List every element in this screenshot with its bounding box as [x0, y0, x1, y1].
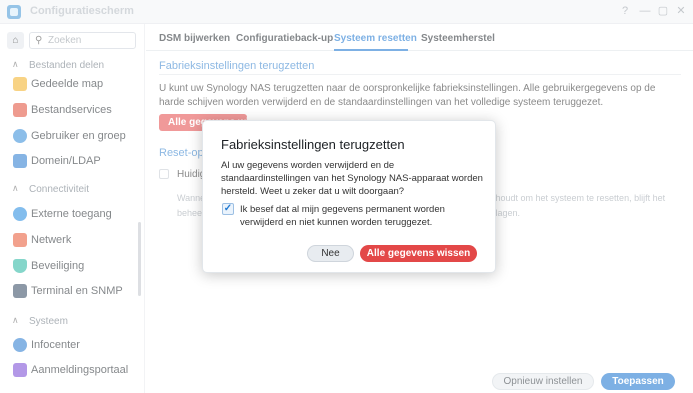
factory-reset-dialog: Fabrieksinstellingen terugzetten Al uw g… [202, 120, 496, 273]
confirm-checkbox-label[interactable]: Ik besef dat al mijn gegevens permanent … [240, 203, 485, 229]
confirm-wipe-button[interactable]: Alle gegevens wissen [360, 245, 477, 262]
checkmark-icon: ✓ [223, 203, 233, 214]
control-panel-window: Configuratiescherm ? — ▢ ✕ ⌂ ⚲ ∧ Bestand… [0, 0, 693, 393]
cancel-button[interactable]: Nee [307, 245, 354, 262]
confirm-checkbox[interactable]: ✓ [222, 203, 234, 215]
dialog-title: Fabrieksinstellingen terugzetten [221, 137, 405, 152]
dialog-message: Al uw gegevens worden verwijderd en de s… [221, 160, 483, 197]
